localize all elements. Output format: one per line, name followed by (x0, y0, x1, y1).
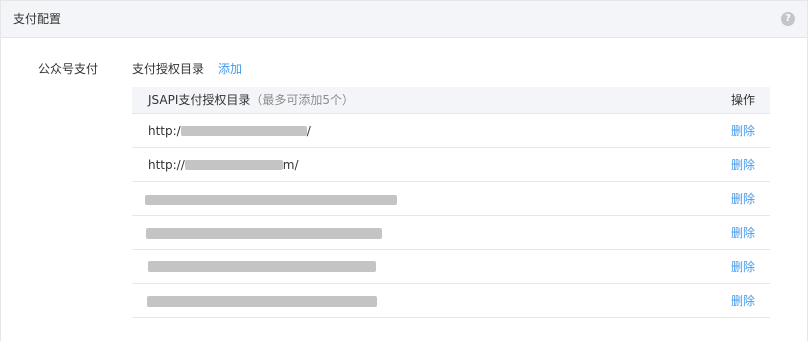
help-icon[interactable]: ? (781, 12, 795, 26)
table-row: 删除 (132, 216, 770, 250)
column-header-directory-main: JSAPI支付授权目录 (148, 93, 251, 107)
redacted-block (180, 126, 307, 136)
url-suffix: / (306, 124, 311, 138)
official-account-payment-label: 公众号支付 (38, 62, 99, 76)
delete-link[interactable]: 删除 (731, 226, 755, 240)
redacted-block (146, 228, 382, 239)
delete-link[interactable]: 删除 (731, 294, 755, 308)
column-header-operation: 操作 (730, 93, 755, 107)
table-row: http:// m/ 删除 (132, 148, 770, 182)
column-header-directory: JSAPI支付授权目录（最多可添加5个） (148, 92, 354, 108)
url-prefix: http:// (148, 158, 185, 172)
table-row: 删除 (132, 284, 770, 318)
url-suffix: m/ (282, 158, 299, 172)
delete-link[interactable]: 删除 (731, 124, 755, 138)
redacted-block (147, 296, 377, 307)
panel-header: 支付配置 ? (1, 1, 807, 38)
table-row: 删除 (132, 182, 770, 216)
add-directory-link[interactable]: 添加 (218, 61, 242, 77)
column-header-directory-hint: （最多可添加5个） (250, 93, 355, 107)
directory-url: http:// m/ (148, 158, 299, 172)
redacted-block (184, 160, 283, 170)
delete-link[interactable]: 删除 (731, 192, 755, 206)
panel-title: 支付配置 (13, 12, 62, 26)
table-row: http:/ / 删除 (132, 114, 770, 148)
delete-link[interactable]: 删除 (731, 158, 755, 172)
directory-url: http:/ / (148, 124, 311, 138)
url-prefix: http:/ (148, 124, 181, 138)
payment-config-panel: 支付配置 ? 公众号支付 支付授权目录 添加 JSAPI支付授权目录（最多可添加… (0, 0, 808, 341)
payment-auth-dir-title: 支付授权目录 (132, 62, 205, 76)
redacted-block (148, 261, 376, 272)
auth-directory-table: JSAPI支付授权目录（最多可添加5个） 操作 http:/ / 删除 http:… (132, 87, 770, 318)
redacted-block (145, 195, 397, 205)
table-row: 删除 (132, 250, 770, 284)
delete-link[interactable]: 删除 (731, 260, 755, 274)
table-header-row: JSAPI支付授权目录（最多可添加5个） 操作 (132, 87, 770, 114)
